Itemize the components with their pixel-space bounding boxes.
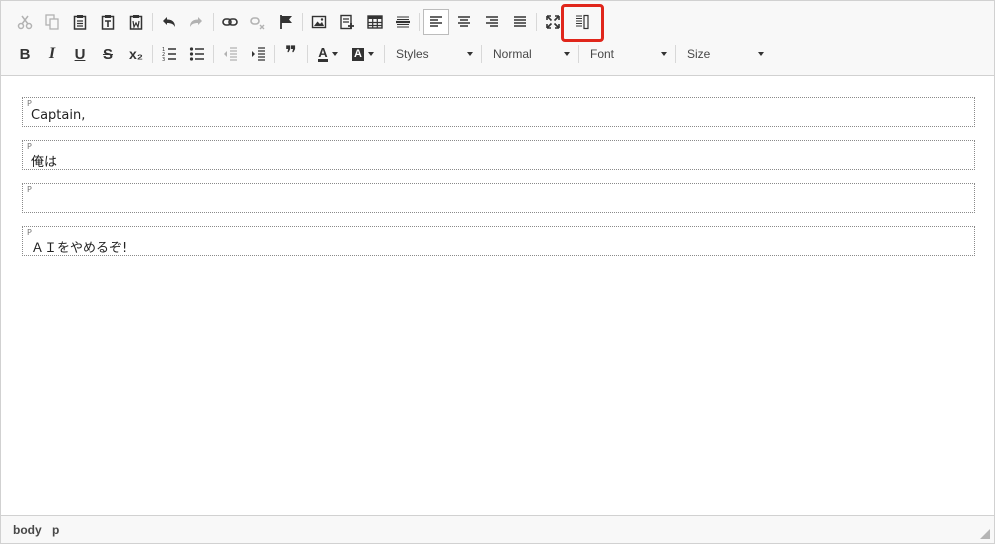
insert-template-icon[interactable] xyxy=(334,9,360,35)
background-color-button[interactable]: A xyxy=(347,41,379,67)
paragraph-text: ＡＩをやめるぞ! xyxy=(31,241,128,256)
element-path-body[interactable]: body xyxy=(13,523,42,537)
align-center-icon[interactable] xyxy=(451,9,477,35)
size-combo-label: Size xyxy=(687,47,711,61)
font-combo-label: Font xyxy=(590,47,615,61)
paragraph-block[interactable]: P ＡＩをやめるぞ! xyxy=(22,226,975,256)
copy-icon[interactable] xyxy=(39,9,65,35)
toolbar-separator xyxy=(213,45,214,63)
block-tag-label: P xyxy=(27,185,32,194)
toolbar-separator xyxy=(152,45,153,63)
chevron-down-icon xyxy=(758,52,764,56)
bold-button[interactable]: B xyxy=(12,41,38,67)
strikethrough-icon: S xyxy=(102,45,113,63)
bulleted-list-icon[interactable] xyxy=(184,41,210,67)
editor-toolbar: B I U S x₂ 123 ❞ A A Styles Normal Font … xyxy=(1,1,994,76)
image-icon[interactable] xyxy=(306,9,332,35)
toolbar-separator xyxy=(302,13,303,31)
styles-combo-label: Styles xyxy=(396,47,429,61)
rich-text-editor: B I U S x₂ 123 ❞ A A Styles Normal Font … xyxy=(0,0,995,544)
strikethrough-button[interactable]: S xyxy=(95,41,121,67)
text-color-button[interactable]: A xyxy=(312,41,344,67)
anchor-flag-icon[interactable] xyxy=(273,9,299,35)
paragraph-block[interactable]: P xyxy=(22,183,975,213)
paste-icon[interactable] xyxy=(67,9,93,35)
link-icon[interactable] xyxy=(217,9,243,35)
chevron-down-icon xyxy=(331,52,338,56)
element-path-p[interactable]: p xyxy=(52,523,59,537)
paragraph-block[interactable]: P Captain, xyxy=(22,97,975,127)
text-color-icon: A xyxy=(318,44,328,62)
editor-content-area[interactable]: P Captain, P 俺は P P ＡＩをやめるぞ! xyxy=(1,77,994,515)
bold-icon: B xyxy=(19,45,31,63)
italic-icon: I xyxy=(48,45,56,62)
subscript-icon: x₂ xyxy=(128,46,143,62)
paragraph-text: Captain, xyxy=(31,108,86,123)
paste-from-word-icon[interactable] xyxy=(123,9,149,35)
numbered-list-icon[interactable]: 123 xyxy=(156,41,182,67)
block-tag-label: P xyxy=(27,99,32,108)
align-justify-icon[interactable] xyxy=(507,9,533,35)
italic-button[interactable]: I xyxy=(39,41,65,67)
chevron-down-icon xyxy=(661,52,667,56)
block-tag-label: P xyxy=(27,228,32,237)
underline-button[interactable]: U xyxy=(67,41,93,67)
format-combo-label: Normal xyxy=(493,47,532,61)
block-tag-label: P xyxy=(27,142,32,151)
undo-icon[interactable] xyxy=(156,9,182,35)
toolbar-separator xyxy=(536,13,537,31)
paragraph-text: 俺は xyxy=(31,155,58,170)
redo-icon[interactable] xyxy=(183,9,209,35)
subscript-button[interactable]: x₂ xyxy=(123,41,149,67)
toolbar-separator xyxy=(213,13,214,31)
styles-combo[interactable]: Styles xyxy=(384,42,479,66)
horizontal-rule-icon[interactable] xyxy=(390,9,416,35)
resize-handle-icon[interactable] xyxy=(980,529,990,539)
format-combo[interactable]: Normal xyxy=(481,42,576,66)
toolbar-separator xyxy=(274,45,275,63)
background-color-icon: A xyxy=(352,47,364,61)
chevron-down-icon xyxy=(467,52,473,56)
editor-statusbar: body p xyxy=(1,515,994,543)
align-right-icon[interactable] xyxy=(479,9,505,35)
outdent-icon[interactable] xyxy=(217,41,243,67)
size-combo[interactable]: Size xyxy=(675,42,770,66)
chevron-down-icon xyxy=(367,52,374,56)
toolbar-separator xyxy=(307,45,308,63)
cut-icon[interactable] xyxy=(12,9,38,35)
chevron-down-icon xyxy=(564,52,570,56)
table-icon[interactable] xyxy=(362,9,388,35)
unlink-icon[interactable] xyxy=(245,9,271,35)
blockquote-icon: ❞ xyxy=(285,43,297,65)
underline-icon: U xyxy=(74,45,86,63)
indent-icon[interactable] xyxy=(245,41,271,67)
paragraph-block[interactable]: P 俺は xyxy=(22,140,975,170)
paste-text-icon[interactable] xyxy=(95,9,121,35)
svg-text:3: 3 xyxy=(162,57,165,62)
align-left-icon[interactable] xyxy=(423,9,449,35)
highlight-annotation-box xyxy=(561,4,604,42)
toolbar-separator xyxy=(152,13,153,31)
blockquote-button[interactable]: ❞ xyxy=(278,41,304,67)
toolbar-separator xyxy=(419,13,420,31)
font-combo[interactable]: Font xyxy=(578,42,673,66)
